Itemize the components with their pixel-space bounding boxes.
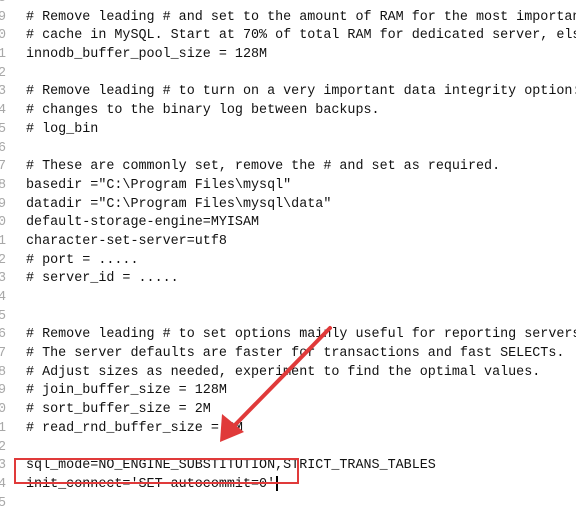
annotation-arrow-icon xyxy=(220,326,332,442)
